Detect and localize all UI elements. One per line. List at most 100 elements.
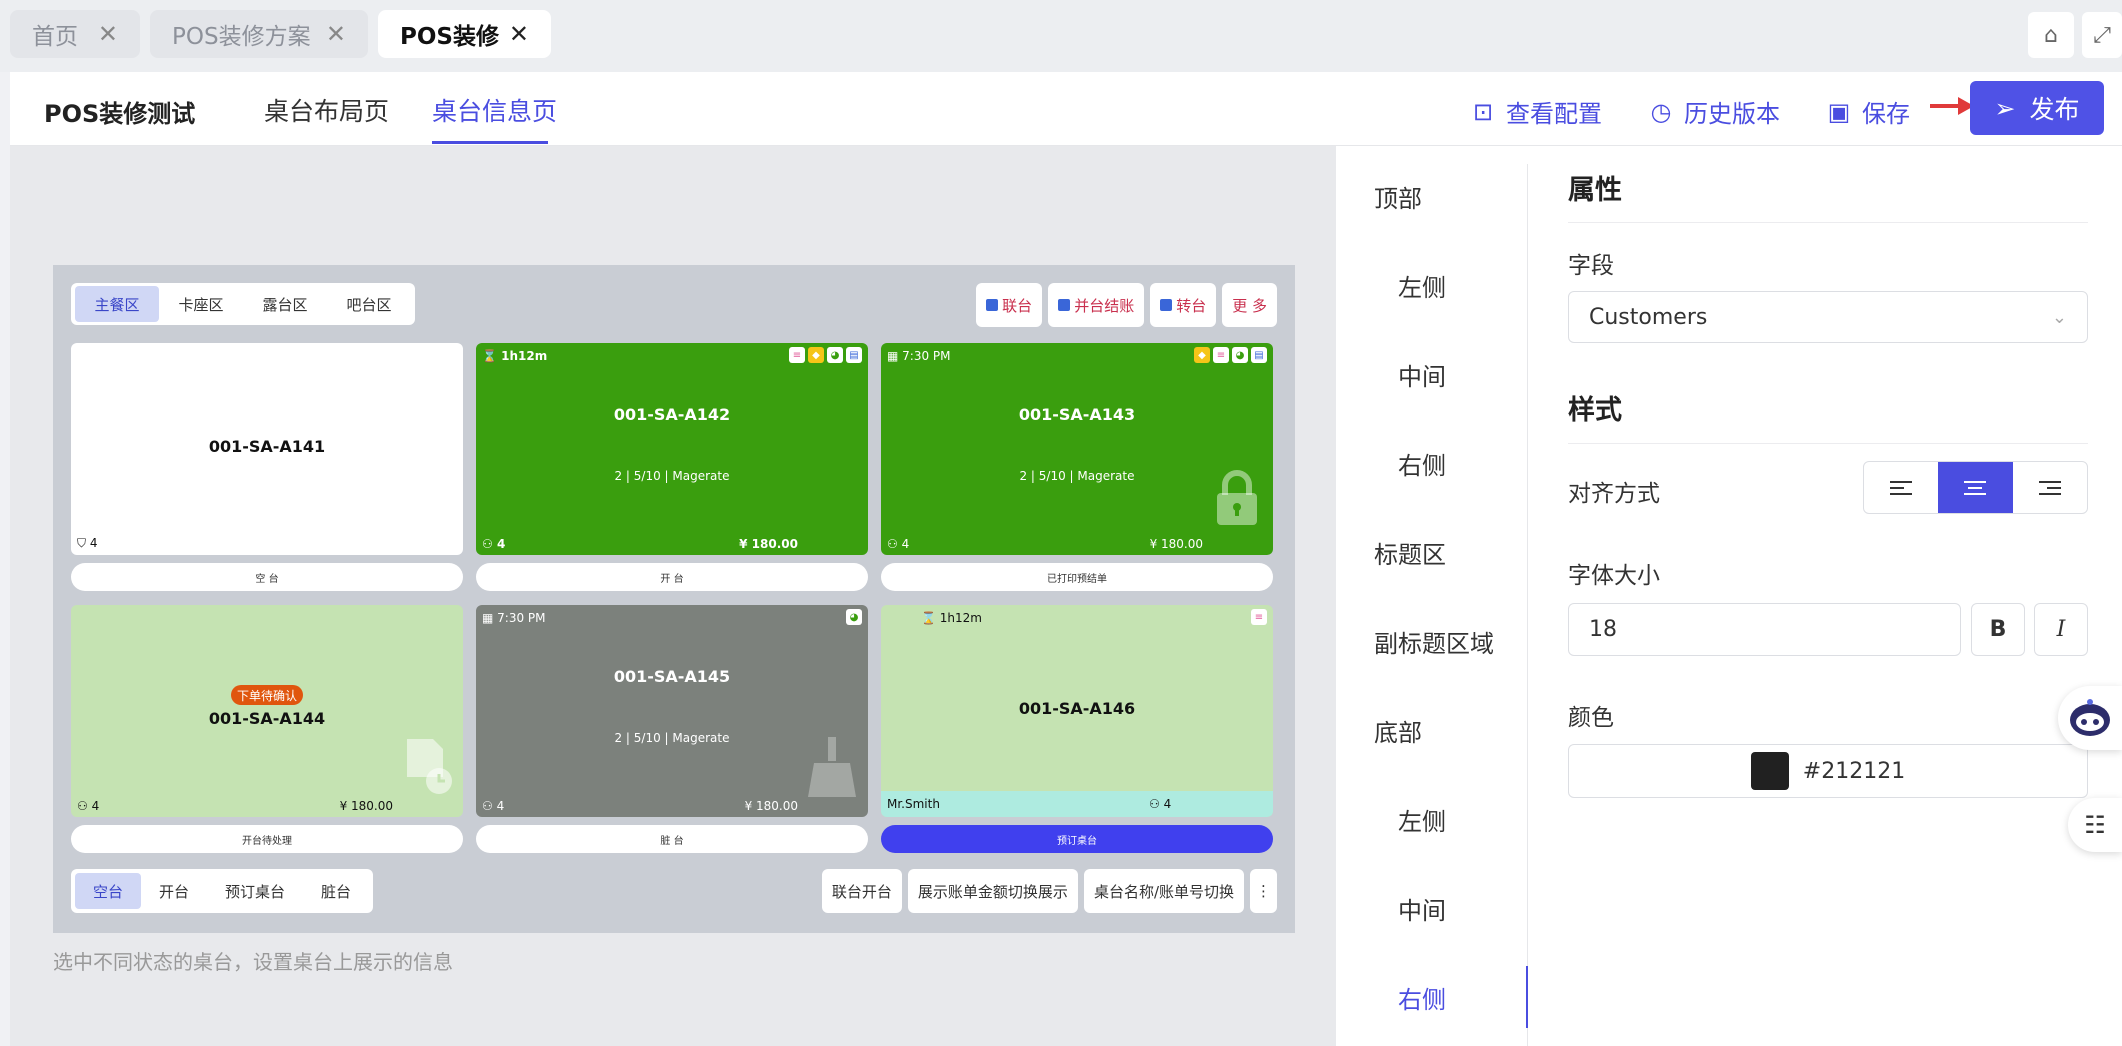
merge-checkout-label: 并台结账 [1074,296,1135,315]
status-tabs: 空台 开台 预订桌台 脏台 [71,869,374,913]
table-status-button[interactable]: 空 台 [71,563,463,591]
status-tab-open[interactable]: 开台 [141,873,207,909]
table-card[interactable]: ▦ 7:30 PM ◕ 001-SA-A145 2 | 5/10 | Mager… [476,605,868,817]
broom-icon [806,737,858,799]
nav-item-top[interactable]: 顶部 [1374,179,1422,214]
preview-hint: 选中不同状态的桌台，设置桌台上展示的信息 [53,950,453,974]
tab-table-info[interactable]: 桌台信息页 [432,92,557,128]
toggle-name-button[interactable]: 桌台名称/账单号切换 [1083,869,1244,913]
join-open-button[interactable]: 联台开台 [821,869,902,913]
badge-group: ≡ ◆ ◕ ▤ [789,347,862,363]
table-status-button[interactable]: 开 台 [476,563,868,591]
nav-item-top-center[interactable]: 中间 [1398,357,1446,392]
table-status-button[interactable]: 脏 台 [476,825,868,853]
history-label: 历史版本 [1684,100,1780,128]
fullscreen-icon[interactable]: ⤢ [2082,12,2122,58]
align-left-button[interactable] [1864,462,1938,513]
table-status-button[interactable]: 已打印预结单 [881,563,1273,591]
more-button[interactable]: 更 多 [1222,283,1277,327]
nav-item-top-left[interactable]: 左侧 [1398,268,1446,303]
tab-home[interactable]: 首页 ✕ [10,10,140,58]
close-icon[interactable]: ✕ [326,20,346,48]
table-card[interactable]: ⌛ 1h12m ≡ 001-SA-A146 Mr.Smith ⚇ 4 [881,605,1273,817]
badge-icon: ◕ [1232,347,1248,363]
page-title: POS装修测试 [44,100,196,128]
status-tab-reserved[interactable]: 预订桌台 [207,873,303,909]
close-icon[interactable]: ✕ [509,20,529,48]
badge-icon: ◕ [846,609,862,625]
publish-button[interactable]: ➢ 发布 [1970,81,2104,135]
seat-count: ⚇ 4 [482,799,505,813]
tab-pos-plan[interactable]: POS装修方案 ✕ [150,10,368,58]
nav-item-bottom-center[interactable]: 中间 [1398,891,1446,926]
zone-tabs: 主餐区 卡座区 露台区 吧台区 [71,283,415,325]
table-name: 001-SA-A141 [208,437,326,456]
nav-item-bottom-left[interactable]: 左侧 [1398,802,1446,837]
badge-icon: ≡ [789,347,805,363]
zone-tab-booth[interactable]: 卡座区 [159,286,243,322]
bold-button[interactable]: B [1971,603,2025,656]
table-status-button[interactable]: 预订桌台 [881,825,1273,853]
customer-bar: Mr.Smith ⚇ 4 [881,791,1273,817]
merge-checkout-button[interactable]: 并台结账 [1048,283,1145,327]
nav-item-subtitle[interactable]: 副标题区域 [1374,624,1494,659]
zone-tab-terrace[interactable]: 露台区 [243,286,327,322]
font-size-value: 18 [1589,617,1617,642]
table-actions: 联台 并台结账 转台 更 多 [976,283,1277,327]
table-card[interactable]: 001-SA-A141 ⛉ 4 [71,343,463,555]
tab-label: POS装修方案 [172,24,311,50]
divider [1568,222,2088,223]
nav-item-title[interactable]: 标题区 [1374,535,1446,570]
field-select[interactable]: Customers ⌄ [1568,291,2088,343]
join-table-button[interactable]: 联台 [976,283,1043,327]
lock-icon[interactable]: ⌂ [2028,12,2074,58]
seat-value: 4 [496,799,505,813]
align-right-icon [2038,480,2061,495]
join-table-label: 联台 [1002,296,1033,315]
status-tab-empty[interactable]: 空台 [75,873,142,909]
pos-preview: 主餐区 卡座区 露台区 吧台区 联台 并台结账 转台 更 多 001-SA-A1… [53,265,1295,933]
toggle-amount-button[interactable]: 展示账单金额切换展示 [907,869,1078,913]
properties-heading: 属性 [1568,175,1622,206]
nav-item-bottom-right[interactable]: 右侧 [1398,980,1446,1015]
align-center-button[interactable] [1938,462,2013,513]
table-card[interactable]: 下单待确认 001-SA-A144 ⚇ 4 ¥ 180.00 [71,605,463,817]
property-panel [1528,146,2122,1046]
bottom-actions: 联台开台 展示账单金额切换展示 桌台名称/账单号切换 ⋮ [821,869,1277,913]
table-card[interactable]: ▦ 7:30 PM ◆ ≡ ◕ ▤ 001-SA-A143 2 | 5/10 |… [881,343,1273,555]
font-size-input[interactable]: 18 [1568,603,1961,656]
transfer-table-label: 转台 [1176,296,1207,315]
save-label: 保存 [1862,100,1910,128]
color-picker[interactable]: #212121 [1568,744,2088,798]
style-heading: 样式 [1568,395,1622,426]
color-value: #212121 [1802,758,1906,784]
zone-tab-bar[interactable]: 吧台区 [327,286,411,322]
assistant-robot-icon[interactable] [2058,686,2122,750]
amount: ¥ 180.00 [744,799,798,813]
transfer-table-button[interactable]: 转台 [1150,283,1217,327]
color-swatch [1750,752,1789,790]
italic-button[interactable]: I [2034,603,2088,656]
page-header: POS装修测试 桌台布局页 桌台信息页 ⊡ 查看配置 ◷ 历史版本 ▣ 保存 ➢… [10,72,2122,146]
history-button[interactable]: ◷ 历史版本 [1648,94,1780,129]
reservation-time: ▦ 7:30 PM [887,349,951,363]
view-config-button[interactable]: ⊡ 查看配置 [1470,94,1602,129]
align-center-icon [1964,480,1987,495]
tab-table-layout[interactable]: 桌台布局页 [264,92,389,128]
table-status-button[interactable]: 开台待处理 [71,825,463,853]
close-icon[interactable]: ✕ [98,20,118,48]
align-right-button[interactable] [2013,462,2087,513]
more-options-button[interactable]: ⋮ [1250,869,1277,913]
tab-pos-decor[interactable]: POS装修 ✕ [378,10,551,58]
nav-item-top-right[interactable]: 右侧 [1398,446,1446,481]
notes-icon[interactable]: ☷ [2068,798,2122,852]
zone-tab-main[interactable]: 主餐区 [75,286,159,322]
time-value: 7:30 PM [497,611,546,625]
status-tab-dirty[interactable]: 脏台 [303,873,369,909]
save-button[interactable]: ▣ 保存 [1826,94,1910,129]
table-card[interactable]: ⌛ 1h12m ≡ ◆ ◕ ▤ 001-SA-A142 2 | 5/10 | M… [476,343,868,555]
timer-value: 1h12m [939,611,982,625]
nav-item-bottom[interactable]: 底部 [1374,713,1422,748]
badge-group: ≡ [1251,609,1267,625]
customer-name: Mr.Smith [887,797,940,811]
